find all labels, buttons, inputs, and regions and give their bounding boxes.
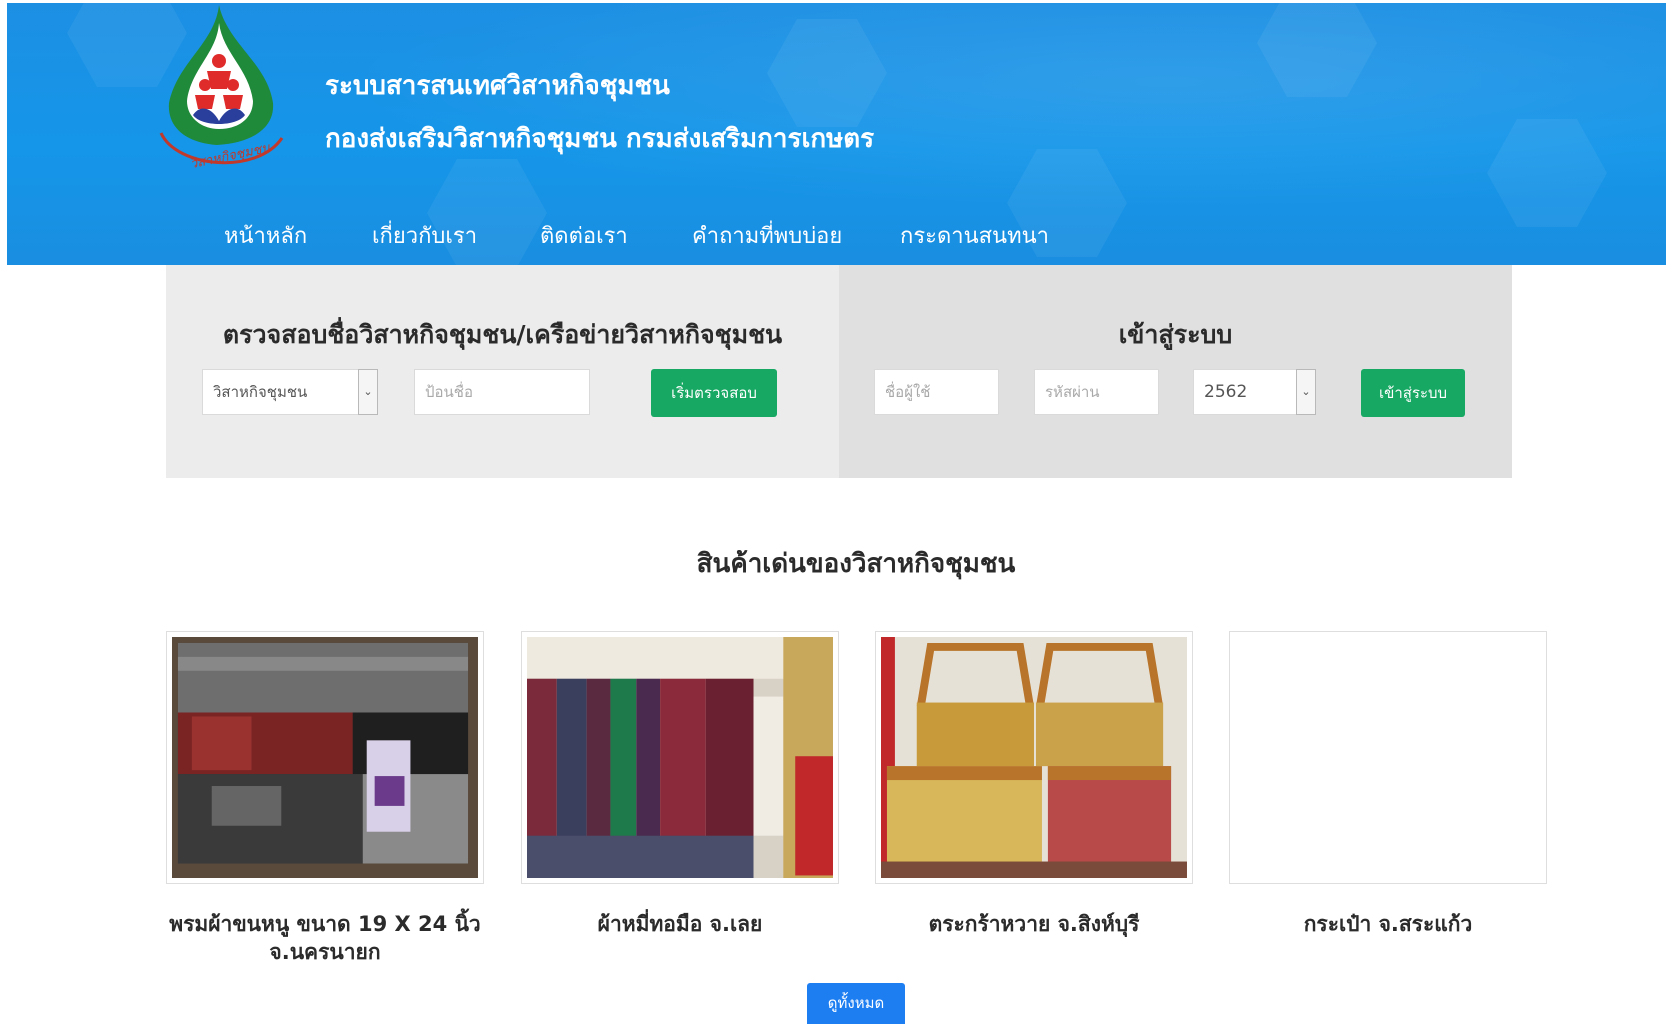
nav-home[interactable]: หน้าหลัก [224,218,307,253]
nav-faq[interactable]: คำถามที่พบบ่อย [692,218,842,253]
product-image-placeholder [1235,637,1541,878]
chevron-down-icon[interactable]: ⌄ [358,369,378,415]
login-panel: เข้าสู่ระบบ ชื่อผู้ใช้ รหัสผ่าน 2562 ⌄ เ… [839,265,1512,478]
product-caption: กระเป๋า จ.สระแก้ว [1229,910,1547,938]
login-panel-title: เข้าสู่ระบบ [1118,320,1233,349]
product-name: พรมผ้าขนหนู ขนาด 19 X 24 นิ้ว [169,912,481,936]
product-caption: ผ้าหมี่ทอมือ จ.เลย [521,910,839,938]
username-input[interactable]: ชื่อผู้ใช้ [874,369,999,415]
product-image-woven-fabric [527,637,833,879]
login-button[interactable]: เข้าสู่ระบบ [1361,369,1465,417]
nav-forum[interactable]: กระดานสนทนา [900,218,1049,253]
product-card[interactable] [875,631,1193,884]
chevron-down-icon[interactable]: ⌄ [1296,369,1316,415]
banner-pattern [1487,119,1607,227]
product-image-rattan-basket [881,637,1187,879]
nav-about[interactable]: เกี่ยวกับเรา [372,218,477,253]
product-card[interactable] [1229,631,1547,884]
featured-products-title: สินค้าเด่นของวิสาหกิจชุมชน [696,549,1016,579]
enterprise-type-select[interactable]: วิสาหกิจชุมชน ⌄ [202,369,378,415]
product-caption: ตระกร้าหวาย จ.สิงห์บุรี [875,910,1193,938]
product-card[interactable] [521,631,839,884]
check-panel-title: ตรวจสอบชื่อวิสาหกิจชุมชน/เครือข่ายวิสาหก… [222,320,783,349]
product-province: จ.นครนายก [269,940,381,964]
product-card[interactable] [166,631,484,884]
enterprise-type-value: วิสาหกิจชุมชน [213,383,308,401]
view-all-button[interactable]: ดูทั้งหมด [807,983,905,1024]
enterprise-name-input[interactable]: ป้อนชื่อ [414,369,590,415]
product-image-towel-rug [172,637,478,879]
site-title: ระบบสารสนเทศวิสาหกิจชุมชน [325,71,670,101]
year-value: 2562 [1204,382,1248,402]
site-subtitle: กองส่งเสริมวิสาหกิจชุมชน กรมส่งเสริมการเ… [325,124,875,154]
product-caption: พรมผ้าขนหนู ขนาด 19 X 24 นิ้ว จ.นครนายก [166,910,484,966]
check-name-panel: ตรวจสอบชื่อวิสาหกิจชุมชน/เครือข่ายวิสาหก… [166,265,839,478]
banner-pattern [1257,3,1377,97]
password-input[interactable]: รหัสผ่าน [1034,369,1159,415]
banner-pattern [767,19,887,127]
product-name: ตระกร้าหวาย จ.สิงห์บุรี [928,912,1140,936]
product-name: ผ้าหมี่ทอมือ จ.เลย [597,912,763,936]
nav-contact[interactable]: ติดต่อเรา [540,218,628,253]
year-select[interactable]: 2562 ⌄ [1193,369,1316,415]
product-name: กระเป๋า จ.สระแก้ว [1303,912,1473,936]
start-check-button[interactable]: เริ่มตรวจสอบ [651,369,777,417]
